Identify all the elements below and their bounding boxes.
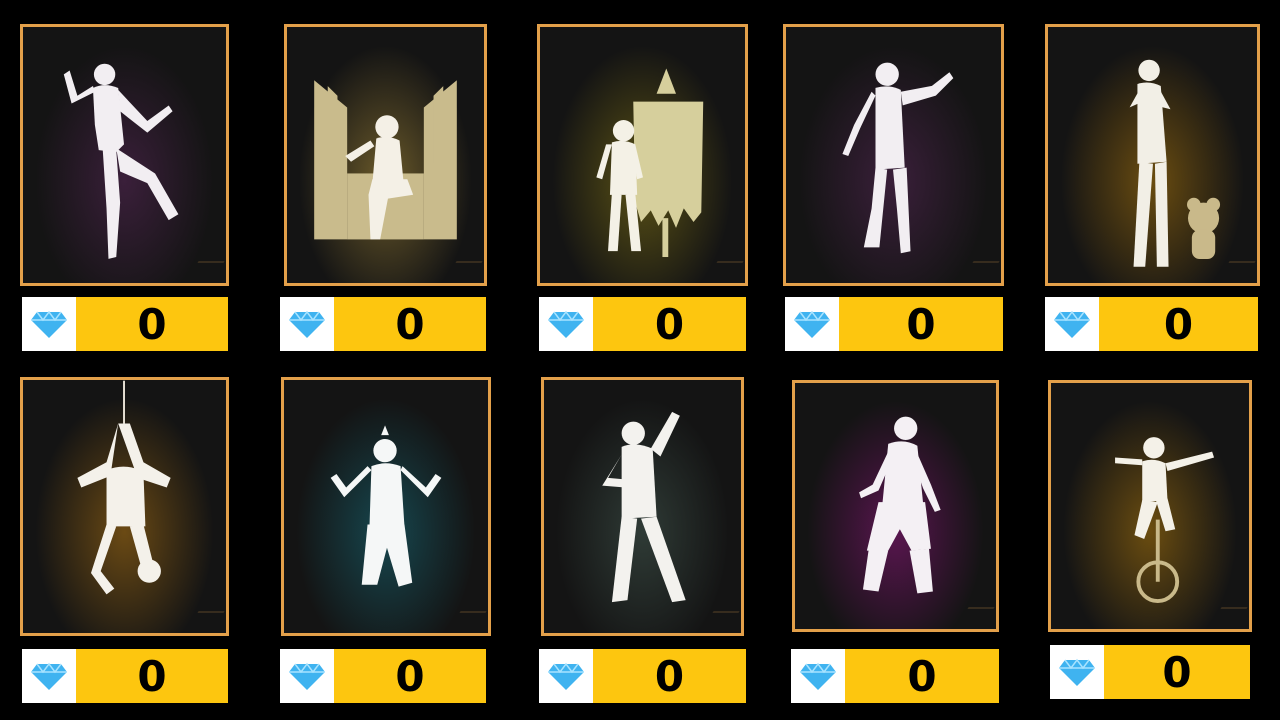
price-amount: 0 (334, 649, 486, 703)
diamond-icon (31, 310, 67, 338)
currency-box (22, 297, 76, 351)
price-amount: 0 (593, 297, 746, 351)
price-amount: 0 (76, 649, 228, 703)
price-tag[interactable]: 0 (539, 297, 746, 351)
diamond-icon (1059, 658, 1095, 686)
price-tag[interactable]: 0 (280, 649, 486, 703)
dab-pose-silhouette-icon (602, 411, 686, 603)
currency-box (280, 297, 334, 351)
diamond-icon (800, 662, 836, 690)
emote-card-hanging-rope[interactable] (20, 377, 229, 636)
throne-silhouette-icon (314, 80, 457, 240)
emote-card-throne[interactable] (284, 24, 487, 286)
price-tag[interactable]: 0 (1050, 645, 1250, 699)
dance-kick-silhouette-icon (63, 63, 179, 259)
currency-box (791, 649, 845, 703)
price-tag[interactable]: 0 (785, 297, 1003, 351)
mic-with-pet-silhouette-icon (1129, 59, 1221, 267)
diamond-icon (289, 310, 325, 338)
diamond-icon (1054, 310, 1090, 338)
currency-box (1050, 645, 1104, 699)
hoodie-dance-silhouette-icon (859, 416, 941, 594)
price-amount: 0 (1104, 645, 1250, 699)
emote-card-banner-flag[interactable] (537, 24, 748, 286)
price-amount: 0 (1099, 297, 1258, 351)
price-amount: 0 (845, 649, 999, 703)
price-tag[interactable]: 0 (280, 297, 486, 351)
banner-flag-silhouette-icon (596, 68, 704, 258)
diamond-icon (31, 662, 67, 690)
currency-box (539, 297, 593, 351)
emote-store-grid: 0 0 0 0 0 0 0 0 0 0 (0, 0, 1280, 720)
emote-card-hoodie-dance[interactable] (792, 380, 999, 632)
diamond-icon (548, 310, 584, 338)
emote-card-dance-kick[interactable] (20, 24, 229, 286)
diamond-icon (289, 662, 325, 690)
price-amount: 0 (839, 297, 1003, 351)
point-pose-silhouette-icon (842, 62, 954, 254)
emote-card-point-pose[interactable] (783, 24, 1004, 286)
hanging-rope-silhouette-icon (77, 380, 171, 595)
currency-box (539, 649, 593, 703)
price-tag[interactable]: 0 (791, 649, 999, 703)
price-tag[interactable]: 0 (22, 649, 228, 703)
price-tag[interactable]: 0 (539, 649, 746, 703)
emote-card-unicycle[interactable] (1048, 380, 1252, 632)
unicycle-silhouette-icon (1115, 437, 1215, 604)
emote-card-dab-pose[interactable] (541, 377, 744, 636)
currency-box (1045, 297, 1099, 351)
price-tag[interactable]: 0 (1045, 297, 1258, 351)
emote-card-kneel-flex[interactable] (281, 377, 491, 636)
emote-card-mic-with-pet[interactable] (1045, 24, 1260, 286)
kneel-flex-silhouette-icon (330, 425, 442, 587)
price-amount: 0 (593, 649, 746, 703)
price-amount: 0 (76, 297, 228, 351)
currency-box (22, 649, 76, 703)
price-tag[interactable]: 0 (22, 297, 228, 351)
price-amount: 0 (334, 297, 486, 351)
currency-box (785, 297, 839, 351)
diamond-icon (794, 310, 830, 338)
diamond-icon (548, 662, 584, 690)
currency-box (280, 649, 334, 703)
